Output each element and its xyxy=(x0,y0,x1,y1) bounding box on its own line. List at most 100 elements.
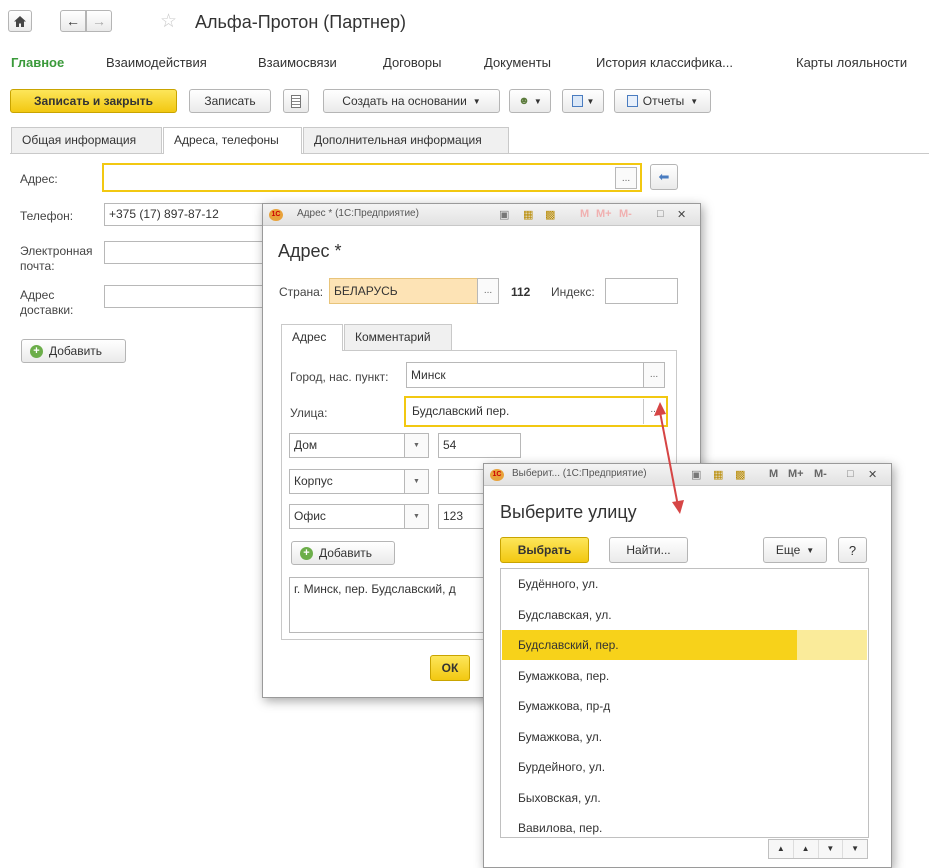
list-item[interactable]: Бумажкова, пер. xyxy=(502,661,867,691)
users-icon: ☻ xyxy=(518,95,530,107)
calendar-icon[interactable]: ▩ xyxy=(545,208,555,221)
tab-comment[interactable]: Комментарий xyxy=(344,324,452,350)
tab-general-info[interactable]: Общая информация xyxy=(11,127,162,153)
chevron-down-icon: ▼ xyxy=(586,96,595,106)
home-button[interactable] xyxy=(8,10,32,32)
maximize-icon[interactable]: □ xyxy=(847,468,854,480)
country-code: 112 xyxy=(511,285,531,299)
scroll-down-icon[interactable]: ▼ xyxy=(819,840,844,858)
country-field[interactable]: БЕЛАРУСЬ xyxy=(329,278,479,304)
create-based-on-button[interactable]: Создать на основании ▼ xyxy=(323,89,500,113)
address-label: Адрес: xyxy=(20,172,58,186)
memory-m-button[interactable]: M xyxy=(580,208,589,220)
nav-loyalty-cards[interactable]: Карты лояльности xyxy=(796,55,907,70)
scroll-up-icon[interactable]: ▲ xyxy=(794,840,819,858)
list-item-selected[interactable]: Будславский, пер. xyxy=(502,630,867,660)
memory-mplus-button[interactable]: M+ xyxy=(596,208,612,220)
plus-circle-icon: + xyxy=(30,344,43,358)
street-field[interactable]: Будславский пер. xyxy=(404,396,668,427)
home-icon xyxy=(14,15,26,27)
ok-button[interactable]: ОК xyxy=(430,655,470,681)
list-item[interactable]: Вавилова, пер. xyxy=(502,813,867,837)
corpus-type-dropdown[interactable]: ▼ xyxy=(404,469,429,494)
tab-address[interactable]: Адрес xyxy=(281,324,343,351)
house-field[interactable]: 54 xyxy=(438,433,521,458)
reports-button[interactable]: Отчеты ▼ xyxy=(614,89,711,113)
link-icon[interactable]: ▣ xyxy=(499,208,509,221)
tab-addresses-phones[interactable]: Адреса, телефоны xyxy=(163,127,302,154)
address-history-button[interactable]: ⬅ xyxy=(650,164,678,190)
address-select-button[interactable]: ... xyxy=(615,167,637,189)
nav-classification-history[interactable]: История классифика... xyxy=(596,55,733,70)
more-button[interactable]: Еще ▼ xyxy=(763,537,827,563)
users-menu-button[interactable]: ☻ ▼ xyxy=(509,89,551,113)
tabs-underline xyxy=(10,153,929,154)
maximize-icon[interactable]: □ xyxy=(657,208,664,220)
list-item[interactable]: Бурдейного, ул. xyxy=(502,752,867,782)
memory-mminus-button[interactable]: M- xyxy=(814,468,827,480)
select-button[interactable]: Выбрать xyxy=(500,537,589,563)
phone-field[interactable]: +375 (17) 897-87-12 xyxy=(104,203,274,226)
calculator-icon[interactable]: ▦ xyxy=(713,468,723,481)
phone-label: Телефон: xyxy=(20,209,74,223)
plus-circle-icon: + xyxy=(300,546,313,560)
close-icon[interactable]: ✕ xyxy=(677,208,686,221)
scroll-bottom-icon[interactable]: ▼ xyxy=(843,840,867,858)
delivery-address-field[interactable] xyxy=(104,285,274,308)
save-and-close-button[interactable]: Записать и закрыть xyxy=(10,89,177,113)
memory-mminus-button[interactable]: M- xyxy=(619,208,632,220)
find-button[interactable]: Найти... xyxy=(609,537,688,563)
country-select-button[interactable]: ... xyxy=(477,278,499,304)
favorite-star-icon[interactable]: ☆ xyxy=(160,10,177,33)
house-type-dropdown[interactable]: ▼ xyxy=(404,433,429,458)
nav-interactions[interactable]: Взаимодействия xyxy=(106,55,207,70)
address-dialog-caption: Адрес * (1С:Предприятие) xyxy=(297,208,419,219)
annotation-arrow xyxy=(654,402,684,514)
email-label-line1: Электронная xyxy=(20,244,93,258)
list-item[interactable]: Бумажкова, ул. xyxy=(502,722,867,752)
email-field[interactable] xyxy=(104,241,274,264)
add-address-field-button[interactable]: + Добавить xyxy=(291,541,395,565)
city-select-button[interactable]: ... xyxy=(643,362,665,388)
city-label: Город, нас. пункт: xyxy=(290,370,389,384)
help-button[interactable]: ? xyxy=(838,537,867,563)
tab-additional-info[interactable]: Дополнительная информация xyxy=(303,127,509,153)
address-field[interactable] xyxy=(102,163,642,192)
list-item[interactable]: Будславская, ул. xyxy=(502,600,867,630)
chevron-down-icon: ▼ xyxy=(533,96,542,106)
arrow-left-icon: ⬅ xyxy=(658,169,670,184)
nav-main[interactable]: Главное xyxy=(11,55,64,70)
address-dialog-titlebar: 1C Адрес * (1С:Предприятие) ▣ ▦ ▩ M M+ M… xyxy=(263,204,700,226)
list-item[interactable]: Будённого, ул. xyxy=(502,569,867,599)
calendar-icon[interactable]: ▩ xyxy=(735,468,745,481)
chevron-down-icon: ▼ xyxy=(472,96,481,106)
nav-documents[interactable]: Документы xyxy=(484,55,551,70)
memory-mplus-button[interactable]: M+ xyxy=(788,468,804,480)
email-label-line2: почта: xyxy=(20,259,55,273)
list-item[interactable]: Быховская, ул. xyxy=(502,783,867,813)
memory-m-button[interactable]: M xyxy=(769,468,778,480)
save-button[interactable]: Записать xyxy=(189,89,271,113)
street-dialog-caption: Выберит... (1С:Предприятие) xyxy=(512,468,647,479)
list-item[interactable]: Бумажкова, пр-д xyxy=(502,691,867,721)
office-type-dropdown[interactable]: ▼ xyxy=(404,504,429,529)
arrow-right-icon: → xyxy=(92,13,106,29)
print-icon xyxy=(571,95,583,107)
close-icon[interactable]: ✕ xyxy=(868,468,877,481)
back-button[interactable]: ← xyxy=(60,10,86,32)
forward-button[interactable]: → xyxy=(86,10,112,32)
scroll-top-icon[interactable]: ▲ xyxy=(769,840,794,858)
nav-contracts[interactable]: Договоры xyxy=(383,55,441,70)
add-contact-button[interactable]: + Добавить xyxy=(21,339,126,363)
street-dialog-title: Выберите улицу xyxy=(500,502,637,522)
city-field[interactable]: Минск xyxy=(406,362,644,388)
1c-logo-icon: 1C xyxy=(269,209,283,221)
chevron-down-icon: ▼ xyxy=(806,545,815,555)
index-label: Индекс: xyxy=(551,285,595,299)
street-label: Улица: xyxy=(290,406,328,420)
nav-relations[interactable]: Взаимосвязи xyxy=(258,55,337,70)
document-list-button[interactable] xyxy=(283,89,309,113)
index-field[interactable] xyxy=(605,278,678,304)
calculator-icon[interactable]: ▦ xyxy=(523,208,533,221)
print-menu-button[interactable]: ▼ xyxy=(562,89,604,113)
